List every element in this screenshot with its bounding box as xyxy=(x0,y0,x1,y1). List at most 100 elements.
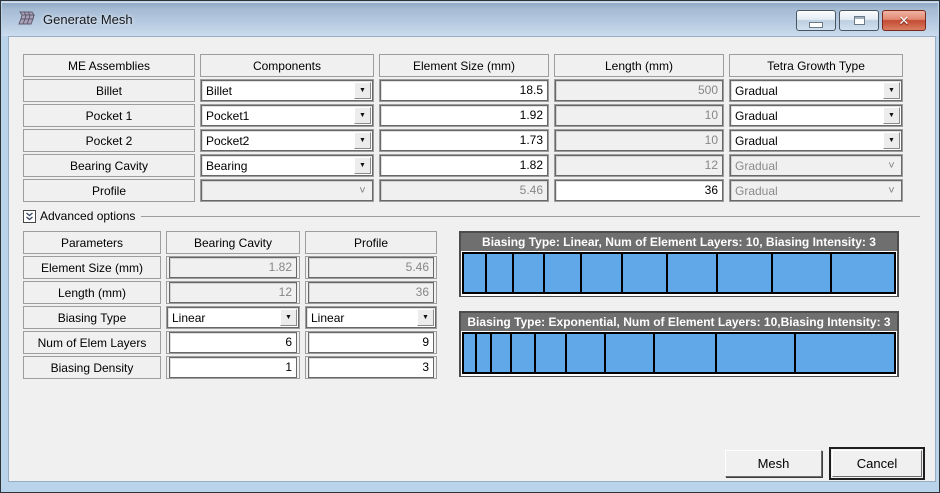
column-header: ME Assemblies xyxy=(23,54,195,77)
element-size-input[interactable]: 1.92 xyxy=(380,105,548,126)
mesh-layer-segment xyxy=(603,332,655,374)
mesh-layer-segment xyxy=(770,252,833,294)
length-input: 10 xyxy=(555,130,723,151)
table-row: Num of Elem Layers 6 9 xyxy=(23,331,437,354)
title-bar[interactable]: Generate Mesh ✕ xyxy=(2,2,938,36)
parameter-label: Biasing Density xyxy=(23,356,161,379)
mesh-layer-segment xyxy=(462,252,487,294)
chevron-down-icon[interactable]: ▼ xyxy=(417,309,434,326)
table-row: Length (mm) 12 36 xyxy=(23,281,437,304)
length-input: 500 xyxy=(555,80,723,101)
close-icon: ✕ xyxy=(898,13,910,28)
window-title: Generate Mesh xyxy=(43,11,133,27)
advanced-options-label: Advanced options xyxy=(40,209,136,223)
column-header: Element Size (mm) xyxy=(379,54,549,77)
table-row: Biasing Density 1 3 xyxy=(23,356,437,379)
profile-length-field: 36 xyxy=(308,282,434,303)
mesh-layer-segment xyxy=(534,332,567,374)
mesh-layer-segment xyxy=(666,252,719,294)
assembly-label: Billet xyxy=(23,79,195,102)
combo-value: Linear xyxy=(172,310,206,325)
divider xyxy=(141,215,920,217)
mesh-layer-segment xyxy=(620,252,669,294)
combo-value: Gradual xyxy=(735,183,778,198)
chevron-down-icon[interactable]: ▼ xyxy=(354,107,371,124)
mesh-button[interactable]: Mesh xyxy=(725,450,822,477)
column-header: Tetra Growth Type xyxy=(729,54,903,77)
maximize-button[interactable] xyxy=(839,10,879,31)
minimize-icon xyxy=(809,21,823,28)
parameter-label: Num of Elem Layers xyxy=(23,331,161,354)
advanced-options-row: Advanced options xyxy=(23,208,920,224)
dialog-content: ME Assemblies Components Element Size (m… xyxy=(8,36,936,482)
panel-title: Biasing Type: Linear, Num of Element Lay… xyxy=(461,233,897,251)
parameter-label: Biasing Type xyxy=(23,306,161,329)
combo-value: Gradual xyxy=(735,83,778,98)
chevron-down-icon[interactable]: ▼ xyxy=(883,132,900,149)
chevron-down-icon[interactable]: ▼ xyxy=(354,157,371,174)
cancel-button[interactable]: Cancel xyxy=(832,450,922,477)
column-header: Length (mm) xyxy=(554,54,724,77)
mesh-layer-segment xyxy=(714,332,796,374)
profile-biasing-type-select[interactable]: Linear ▼ xyxy=(306,307,436,328)
bearing-element-size-field: 1.82 xyxy=(169,257,297,278)
close-button[interactable]: ✕ xyxy=(882,10,926,31)
mesh-layer-segment xyxy=(511,252,546,294)
element-size-input[interactable]: 18.5 xyxy=(380,80,548,101)
element-size-input[interactable]: 1.82 xyxy=(380,155,548,176)
growth-type-select[interactable]: Gradual ▼ xyxy=(730,130,902,151)
growth-type-select[interactable]: Gradual ▼ xyxy=(730,80,902,101)
mesh-layer-segment xyxy=(830,252,896,294)
bearing-biasing-density-input[interactable]: 1 xyxy=(169,357,297,378)
combo-value: Pocket2 xyxy=(206,133,250,148)
advanced-options-toggle[interactable] xyxy=(23,209,36,223)
chevron-down-icon[interactable]: ▼ xyxy=(280,309,297,326)
component-select[interactable]: Pocket2 ▼ xyxy=(201,130,373,151)
exponential-biasing-preview-panel: Biasing Type: Exponential, Num of Elemen… xyxy=(459,311,899,377)
chevron-down-icon[interactable]: ▼ xyxy=(883,107,900,124)
assembly-label: Bearing Cavity xyxy=(23,154,195,177)
profile-element-size-field: 5.46 xyxy=(308,257,434,278)
mesh-layer-segment xyxy=(579,252,623,294)
chevron-down-icon: ˅ xyxy=(888,184,895,197)
combo-value: Gradual xyxy=(735,108,778,123)
mesh-layer-segment xyxy=(716,252,773,294)
component-select[interactable]: Billet ▼ xyxy=(201,80,373,101)
growth-type-select: Gradual ˅ xyxy=(730,155,902,176)
profile-num-layers-input[interactable]: 9 xyxy=(308,332,434,353)
element-size-input[interactable]: 1.73 xyxy=(380,130,548,151)
bearing-num-layers-input[interactable]: 6 xyxy=(169,332,297,353)
table-row: Profile ˅ 5.46 36 Gradual ˅ xyxy=(23,179,903,202)
panel-title: Biasing Type: Exponential, Num of Elemen… xyxy=(461,313,897,331)
element-size-input: 5.46 xyxy=(380,180,548,201)
chevron-down-icon[interactable]: ▼ xyxy=(883,82,900,99)
maximize-icon xyxy=(853,16,865,25)
bearing-biasing-type-select[interactable]: Linear ▼ xyxy=(167,307,299,328)
minimize-button[interactable] xyxy=(796,10,836,31)
column-header: Components xyxy=(200,54,374,77)
mesh-layer-segment xyxy=(484,252,514,294)
parameter-label: Length (mm) xyxy=(23,281,161,304)
mesh-layer-segment xyxy=(509,332,537,374)
column-header: Parameters xyxy=(23,231,161,254)
chevron-down-icon[interactable]: ▼ xyxy=(354,132,371,149)
table-row: Biasing Type Linear ▼ Linear ▼ xyxy=(23,306,437,329)
exponential-biasing-bar xyxy=(461,331,897,376)
length-input[interactable]: 36 xyxy=(555,180,723,201)
chevron-down-icon[interactable]: ▼ xyxy=(354,82,371,99)
chevron-down-icon: ˅ xyxy=(359,184,366,197)
column-header: Profile xyxy=(305,231,437,254)
mesh-layer-segment xyxy=(564,332,606,374)
assembly-label: Pocket 1 xyxy=(23,104,195,127)
combo-value: Gradual xyxy=(735,158,778,173)
growth-type-select[interactable]: Gradual ▼ xyxy=(730,105,902,126)
length-input: 10 xyxy=(555,105,723,126)
component-select[interactable]: Pocket1 ▼ xyxy=(201,105,373,126)
profile-biasing-density-input[interactable]: 3 xyxy=(308,357,434,378)
mesh-layer-segment xyxy=(490,332,512,374)
table-row: Pocket 1 Pocket1 ▼ 1.92 10 Gradual ▼ xyxy=(23,104,903,127)
cancel-button-frame: Cancel xyxy=(829,447,925,480)
component-select[interactable]: Bearing ▼ xyxy=(201,155,373,176)
growth-type-select: Gradual ˅ xyxy=(730,180,902,201)
advanced-params-table: Parameters Bearing Cavity Profile Elemen… xyxy=(18,229,442,381)
